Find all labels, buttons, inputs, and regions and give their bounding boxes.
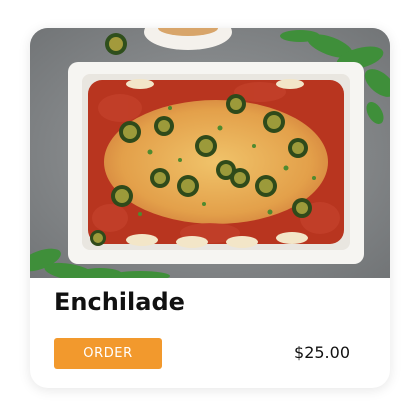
order-button[interactable]: ORDER <box>54 338 162 369</box>
product-price: $25.00 <box>294 343 350 362</box>
dish-photo <box>30 28 390 278</box>
product-card: Enchilade ORDER $25.00 <box>30 28 390 388</box>
product-title: Enchilade <box>54 288 185 316</box>
